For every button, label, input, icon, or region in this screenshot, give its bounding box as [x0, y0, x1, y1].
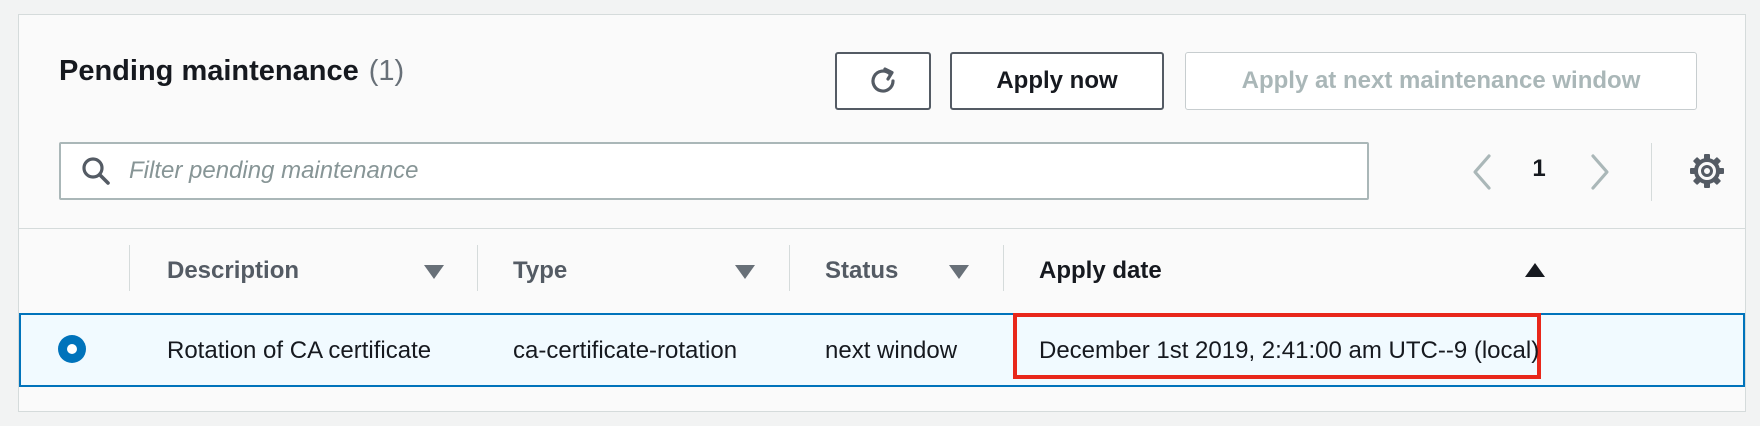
gear-icon[interactable] [1687, 151, 1727, 191]
column-header-description[interactable]: Description [167, 249, 299, 293]
panel-title: Pending maintenance (1) [59, 55, 404, 88]
filter-input[interactable] [127, 156, 1331, 186]
pending-maintenance-panel: Pending maintenance (1) Apply now Apply a… [18, 14, 1746, 412]
radio-dot [67, 344, 77, 354]
cell-status: next window [825, 337, 958, 364]
column-header-type[interactable]: Type [513, 249, 567, 293]
column-header-apply-date[interactable]: Apply date [1039, 249, 1162, 293]
table-header: Description Type Status Apply date [19, 229, 1745, 313]
refresh-icon [871, 67, 895, 93]
sort-status-icon[interactable] [949, 265, 969, 279]
column-divider [477, 245, 478, 291]
item-count: (1) [368, 55, 405, 87]
page-number[interactable]: 1 [1519, 155, 1559, 183]
column-divider [1003, 245, 1004, 291]
search-icon [82, 157, 110, 185]
sort-description-icon[interactable] [424, 265, 444, 279]
next-page-icon[interactable] [1585, 150, 1615, 194]
apply-now-button[interactable]: Apply now [950, 52, 1164, 110]
row-select-radio[interactable] [58, 335, 86, 363]
filter-box[interactable] [59, 142, 1369, 200]
cell-apply-date: December 1st 2019, 2:41:00 am UTC--9 (lo… [1039, 337, 1540, 364]
refresh-button[interactable] [835, 52, 931, 110]
previous-page-icon[interactable] [1467, 150, 1497, 194]
sort-type-icon[interactable] [735, 265, 755, 279]
column-divider [129, 245, 130, 291]
pager-divider [1651, 143, 1652, 201]
cell-description: Rotation of CA certificate [167, 337, 432, 364]
cell-type: ca-certificate-rotation [513, 337, 738, 364]
table-row[interactable]: Rotation of CA certificate ca-certificat… [19, 313, 1745, 387]
apply-next-window-button[interactable]: Apply at next maintenance window [1185, 52, 1697, 110]
panel-title-text: Pending maintenance [59, 55, 359, 87]
column-header-status[interactable]: Status [825, 249, 898, 293]
sort-ascending-icon[interactable] [1525, 263, 1545, 277]
column-divider [789, 245, 790, 291]
